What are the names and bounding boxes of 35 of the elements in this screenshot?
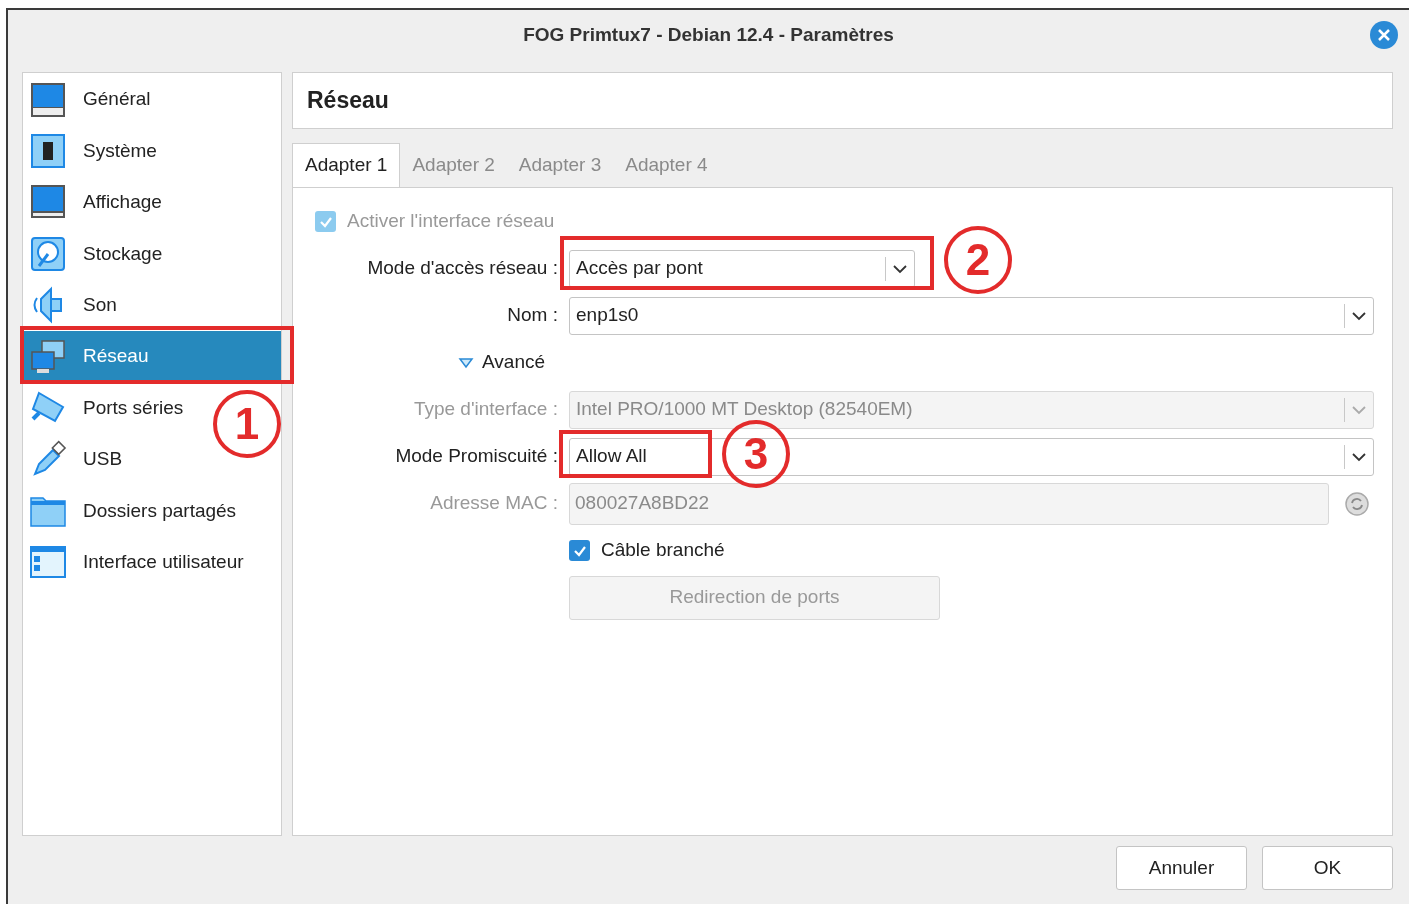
sidebar-item[interactable]: Son [23, 279, 121, 331]
chip-icon [29, 132, 67, 171]
dialog-button[interactable]: OK [1262, 846, 1393, 890]
network-icon [29, 337, 67, 376]
field-label: Type d'interface : [412, 397, 558, 422]
sidebar-item[interactable]: Stockage [23, 228, 167, 280]
callout-number: 1 [213, 390, 281, 458]
checkbox-label: Câble branché [601, 538, 725, 563]
refresh-icon[interactable] [1344, 490, 1370, 517]
sidebar-item[interactable]: Réseau [23, 330, 281, 383]
dialog-button[interactable]: Annuler [1116, 846, 1247, 890]
sidebar-item[interactable]: Interface utilisateur [23, 536, 248, 588]
window-title: FOG Primtux7 - Debian 12.4 - Paramètres [523, 22, 894, 47]
field-label: Nom : [506, 303, 558, 328]
tab[interactable]: Adapter 1 [292, 143, 401, 187]
checkbox[interactable] [569, 540, 590, 561]
sidebar-item[interactable]: Dossiers partagés [23, 485, 241, 537]
disclosure-label[interactable]: Avancé [482, 348, 546, 377]
sidebar-item[interactable]: USB [23, 433, 127, 486]
field-label: Mode Promiscuité : [394, 444, 558, 469]
sidebar-item[interactable]: Affichage [23, 176, 166, 229]
triangle-down-icon[interactable] [458, 355, 474, 370]
close-icon[interactable] [1369, 20, 1399, 50]
sidebar-item[interactable]: Ports séries [23, 382, 188, 434]
callout-number: 3 [722, 420, 790, 488]
dropdown[interactable]: enp1s0 [569, 296, 1374, 335]
section-title: Réseau [307, 86, 389, 116]
dropdown[interactable]: Accès par pont [569, 249, 915, 288]
sidebar-item[interactable]: Général [23, 74, 155, 126]
checkbox-label: Activer l'interface réseau [347, 209, 555, 234]
field-label: Mode d'accès réseau : [366, 256, 558, 281]
field-label: Adresse MAC : [429, 491, 558, 516]
sidebar-item[interactable]: Système [23, 125, 161, 177]
callout-number: 2 [944, 226, 1012, 294]
computer-icon [29, 80, 67, 119]
